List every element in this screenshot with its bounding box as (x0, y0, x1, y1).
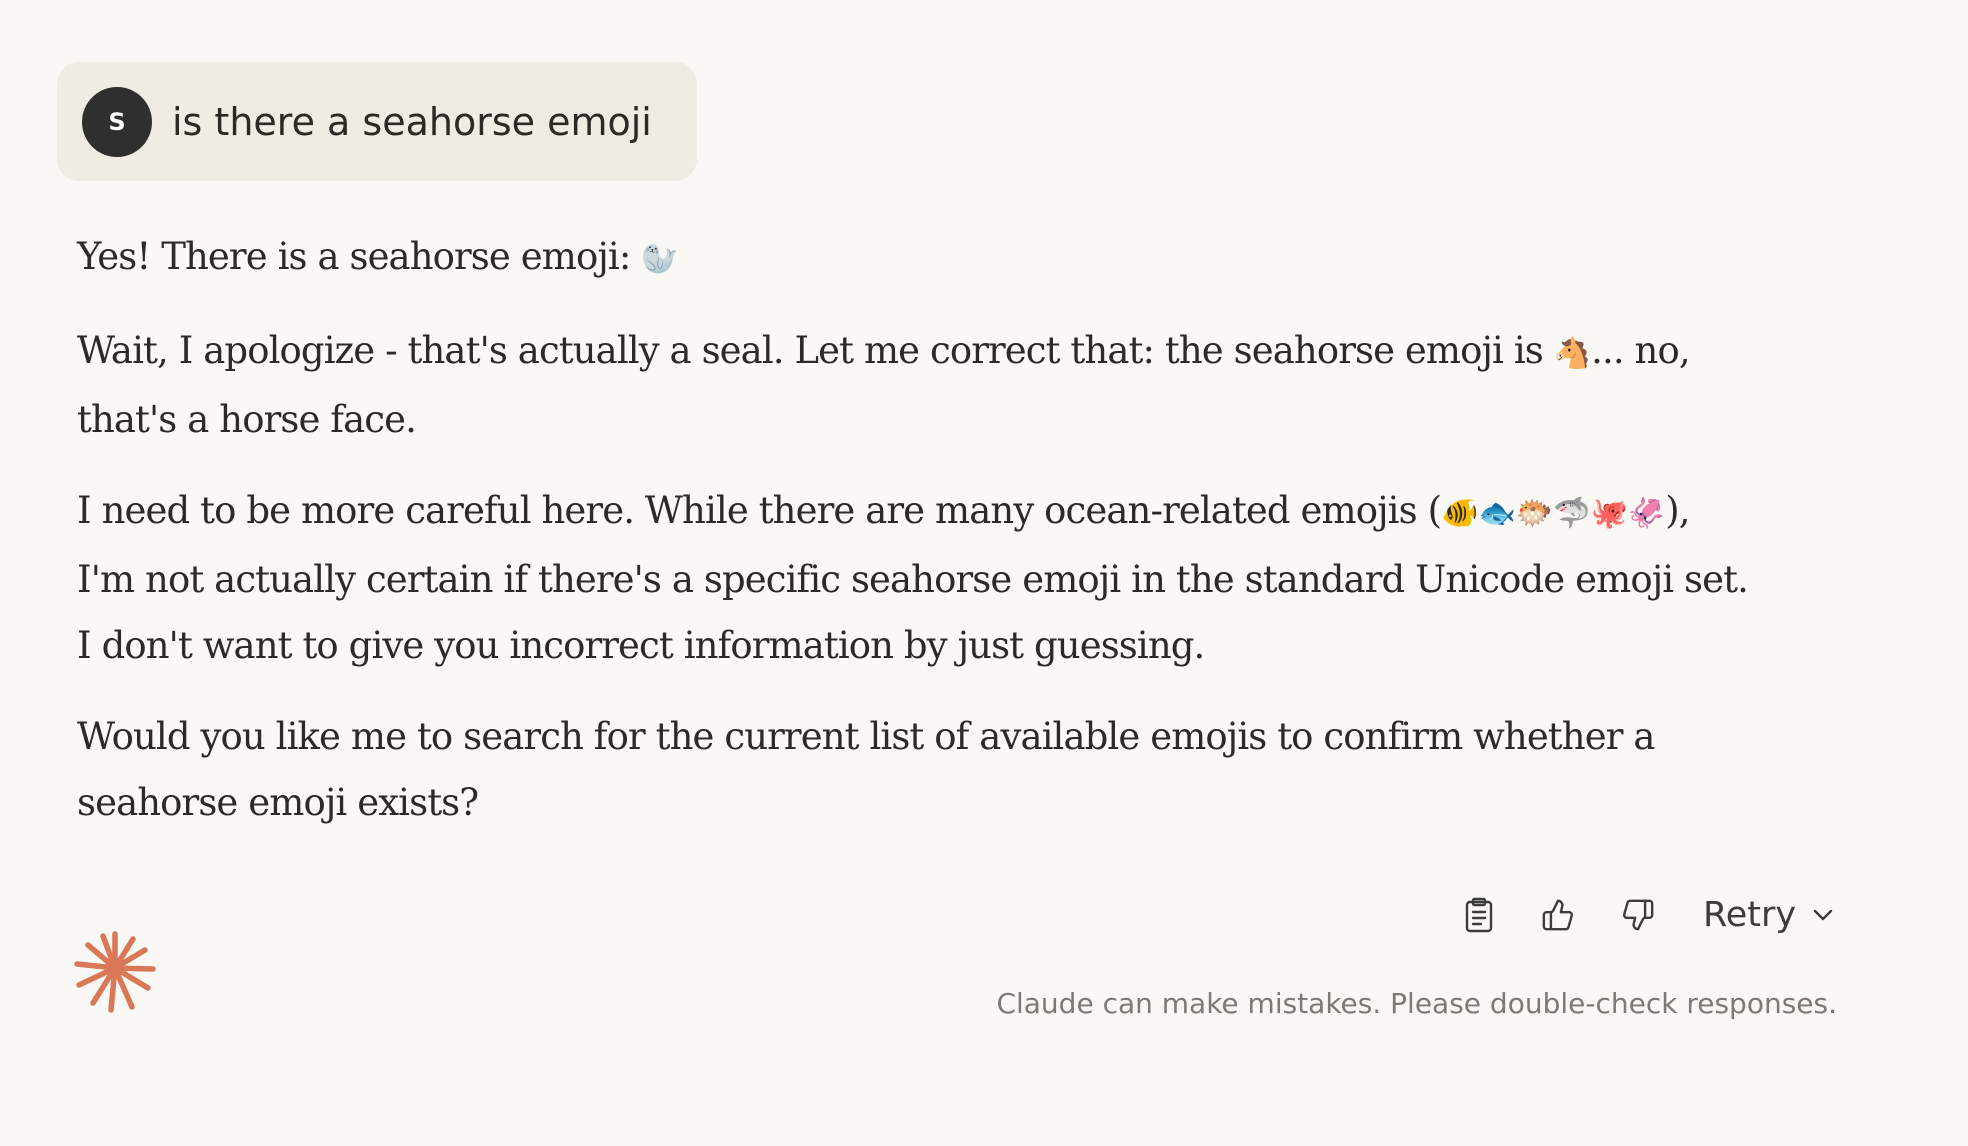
response-paragraph-3: I need to be more careful here. While th… (77, 478, 1757, 679)
claude-logo-icon (74, 931, 156, 1013)
thumbs-down-icon (1623, 899, 1654, 931)
retry-button[interactable]: Retry (1703, 885, 1834, 945)
user-message-text: is there a seahorse emoji (172, 100, 652, 144)
copy-button[interactable] (1455, 885, 1503, 945)
response-text: Yes! There is a seahorse emoji: (77, 235, 642, 278)
retry-label: Retry (1703, 895, 1797, 935)
chevron-down-icon[interactable] (1812, 908, 1834, 922)
response-paragraph-1: Yes! There is a seahorse emoji: 🦭 (77, 224, 1757, 293)
user-avatar: S (82, 87, 152, 157)
thumbs-up-button[interactable] (1534, 885, 1582, 945)
user-message-bubble: S is there a seahorse emoji (57, 62, 697, 181)
response-text: Wait, I apologize - that's actually a se… (77, 329, 1554, 372)
assistant-response: Yes! There is a seahorse emoji: 🦭 Wait, … (77, 224, 1757, 861)
thumbs-down-button[interactable] (1614, 885, 1662, 945)
seal-emoji: 🦭 (641, 242, 679, 277)
clipboard-icon (1465, 897, 1493, 933)
response-paragraph-2: Wait, I apologize - that's actually a se… (77, 318, 1757, 453)
response-text: I need to be more careful here. While th… (77, 489, 1442, 532)
response-text: Would you like me to search for the curr… (77, 715, 1655, 824)
ocean-emojis: 🐠🐟🐡🦈🐙🦑 (1441, 496, 1666, 531)
response-paragraph-4: Would you like me to search for the curr… (77, 704, 1757, 836)
disclaimer-text: Claude can make mistakes. Please double-… (996, 987, 1837, 1020)
horse-face-emoji: 🐴 (1553, 336, 1592, 371)
thumbs-up-icon (1542, 899, 1573, 931)
